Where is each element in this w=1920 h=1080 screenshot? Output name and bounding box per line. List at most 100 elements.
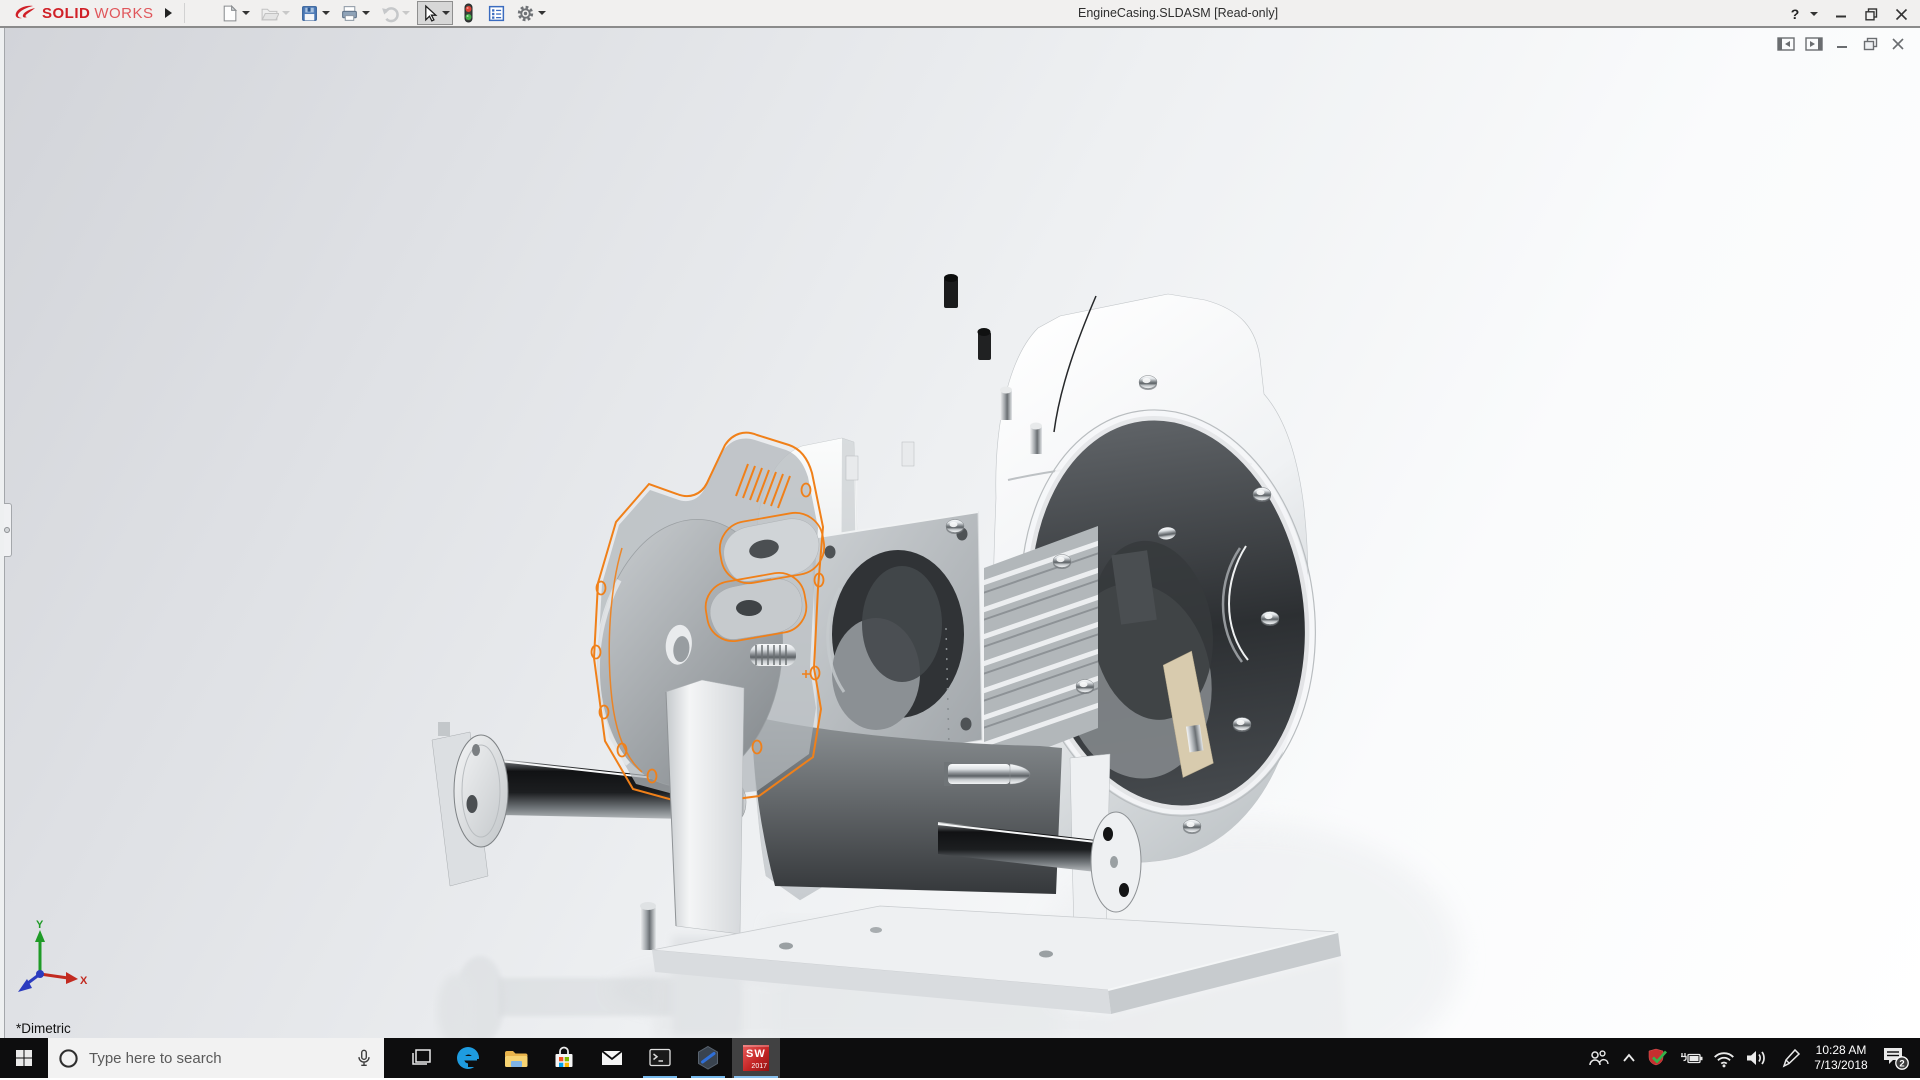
taskbar-app-edge[interactable]: [444, 1038, 492, 1078]
action-center-button[interactable]: 2: [1874, 1038, 1916, 1078]
doc-close-button[interactable]: [1886, 34, 1910, 54]
toolbar-separator: [184, 3, 185, 23]
command-prompt-icon: [646, 1044, 674, 1072]
save-dropdown-caret[interactable]: [322, 11, 330, 15]
new-document-button[interactable]: [217, 1, 253, 25]
pane-arrow-left-icon: [1776, 36, 1796, 52]
window-controls: ?: [1783, 0, 1916, 28]
select-button[interactable]: [417, 1, 453, 25]
options-gear-icon: [516, 4, 535, 23]
taskbar-app-command-prompt[interactable]: [636, 1038, 684, 1078]
spring: [750, 644, 796, 666]
undo-button: [377, 1, 413, 25]
microphone-icon[interactable]: [354, 1047, 374, 1069]
active-indicator: [734, 1076, 778, 1079]
orientation-triad[interactable]: Y X: [6, 918, 90, 1002]
minimize-button[interactable]: [1826, 1, 1856, 27]
y-axis-arrow: [35, 930, 45, 942]
pane-arrow-left-button[interactable]: [1774, 34, 1798, 54]
taskbar-app-store[interactable]: [540, 1038, 588, 1078]
quick-access-toolbar: [217, 1, 549, 25]
graphics-area[interactable]: Y X *Dimetric: [0, 28, 1920, 1038]
hexagon-app-icon: [694, 1044, 722, 1072]
taskbar-clock[interactable]: 10:28 AM 7/13/2018: [1808, 1038, 1874, 1078]
cortana-icon: [58, 1048, 79, 1069]
print-button[interactable]: [337, 1, 373, 25]
x-axis-arrow: [66, 972, 78, 984]
taskbar-app-hexagon[interactable]: [684, 1038, 732, 1078]
print-icon: [340, 4, 359, 23]
select-dropdown-caret[interactable]: [442, 11, 450, 15]
edge-icon: [454, 1044, 482, 1072]
windows-ink-button[interactable]: [1772, 1038, 1808, 1078]
doc-minimize-button[interactable]: [1830, 34, 1854, 54]
print-dropdown-caret[interactable]: [362, 11, 370, 15]
task-view-button[interactable]: [398, 1038, 444, 1078]
menu-flyout-button[interactable]: [160, 2, 178, 24]
search-placeholder: Type here to search: [89, 1050, 344, 1067]
doc-restore-button[interactable]: [1858, 34, 1882, 54]
document-title: EngineCasing.SLDASM [Read-only]: [1078, 6, 1278, 20]
new-dropdown-caret[interactable]: [242, 11, 250, 15]
taskbar-app-mail[interactable]: [588, 1038, 636, 1078]
taskbar-search-box[interactable]: Type here to search: [48, 1038, 384, 1078]
windows-taskbar: Type here to search: [0, 1038, 1920, 1078]
rebuild-button[interactable]: [457, 1, 480, 25]
titlebar: SOLIDWORKS: [0, 0, 1920, 28]
pane-arrow-right-button[interactable]: [1802, 34, 1826, 54]
restore-button[interactable]: [1856, 1, 1886, 27]
brand-solid: SOLID: [42, 5, 90, 22]
flyout-arrow-icon: [165, 8, 172, 18]
solidworks-shield-icon: [1647, 1046, 1671, 1070]
pen-icon: [1778, 1046, 1802, 1070]
triad-origin: [36, 970, 44, 978]
taskbar-app-solidworks[interactable]: SW 2017: [732, 1038, 780, 1078]
people-button[interactable]: [1580, 1038, 1614, 1078]
help-button[interactable]: ?: [1783, 1, 1807, 27]
close-icon: [1895, 8, 1908, 21]
start-button[interactable]: [0, 1038, 48, 1078]
action-center-icon: 2: [1880, 1044, 1910, 1072]
solidworks-logo: SOLIDWORKS: [0, 4, 154, 22]
minimize-icon: [1835, 8, 1847, 20]
file-explorer-icon: [502, 1045, 530, 1071]
network-button[interactable]: [1708, 1038, 1740, 1078]
brand-works: WORKS: [94, 5, 153, 22]
x-axis-label: X: [80, 975, 88, 987]
doc-restore-icon: [1863, 37, 1878, 51]
save-floppy-icon: [300, 4, 319, 23]
open-folder-icon: [260, 4, 279, 23]
store-icon: [550, 1044, 578, 1072]
file-properties-button[interactable]: [484, 1, 509, 25]
close-button[interactable]: [1886, 1, 1916, 27]
task-view-icon: [409, 1047, 433, 1069]
pane-arrow-right-icon: [1804, 36, 1824, 52]
power-status-button[interactable]: [1674, 1038, 1708, 1078]
undo-icon: [380, 4, 399, 23]
options-dropdown-caret[interactable]: [538, 11, 546, 15]
volume-button[interactable]: [1740, 1038, 1772, 1078]
show-hidden-icons-button[interactable]: [1614, 1038, 1644, 1078]
clock-date: 7/13/2018: [1814, 1058, 1867, 1073]
mail-icon: [598, 1045, 626, 1071]
help-dropdown-caret[interactable]: [1810, 12, 1818, 16]
solidworks-monitor-button[interactable]: [1644, 1038, 1674, 1078]
people-icon: [1585, 1046, 1609, 1070]
dowel-pin: [944, 762, 1030, 786]
battery-plug-icon: [1678, 1047, 1704, 1069]
y-axis-label: Y: [36, 919, 44, 931]
new-document-icon: [220, 4, 239, 23]
windows-logo-icon: [15, 1049, 33, 1067]
file-properties-icon: [487, 4, 506, 23]
undo-dropdown-caret: [402, 11, 410, 15]
engine-casing-model[interactable]: [0, 28, 1920, 1038]
clock-time: 10:28 AM: [1816, 1043, 1867, 1058]
solidworks-2017-icon: SW 2017: [743, 1045, 769, 1071]
options-button[interactable]: [513, 1, 549, 25]
open-button[interactable]: [257, 1, 293, 25]
restore-icon: [1865, 8, 1878, 21]
open-dropdown-caret: [282, 11, 290, 15]
taskbar-app-file-explorer[interactable]: [492, 1038, 540, 1078]
save-button[interactable]: [297, 1, 333, 25]
ds-swirl-icon: [12, 4, 38, 22]
